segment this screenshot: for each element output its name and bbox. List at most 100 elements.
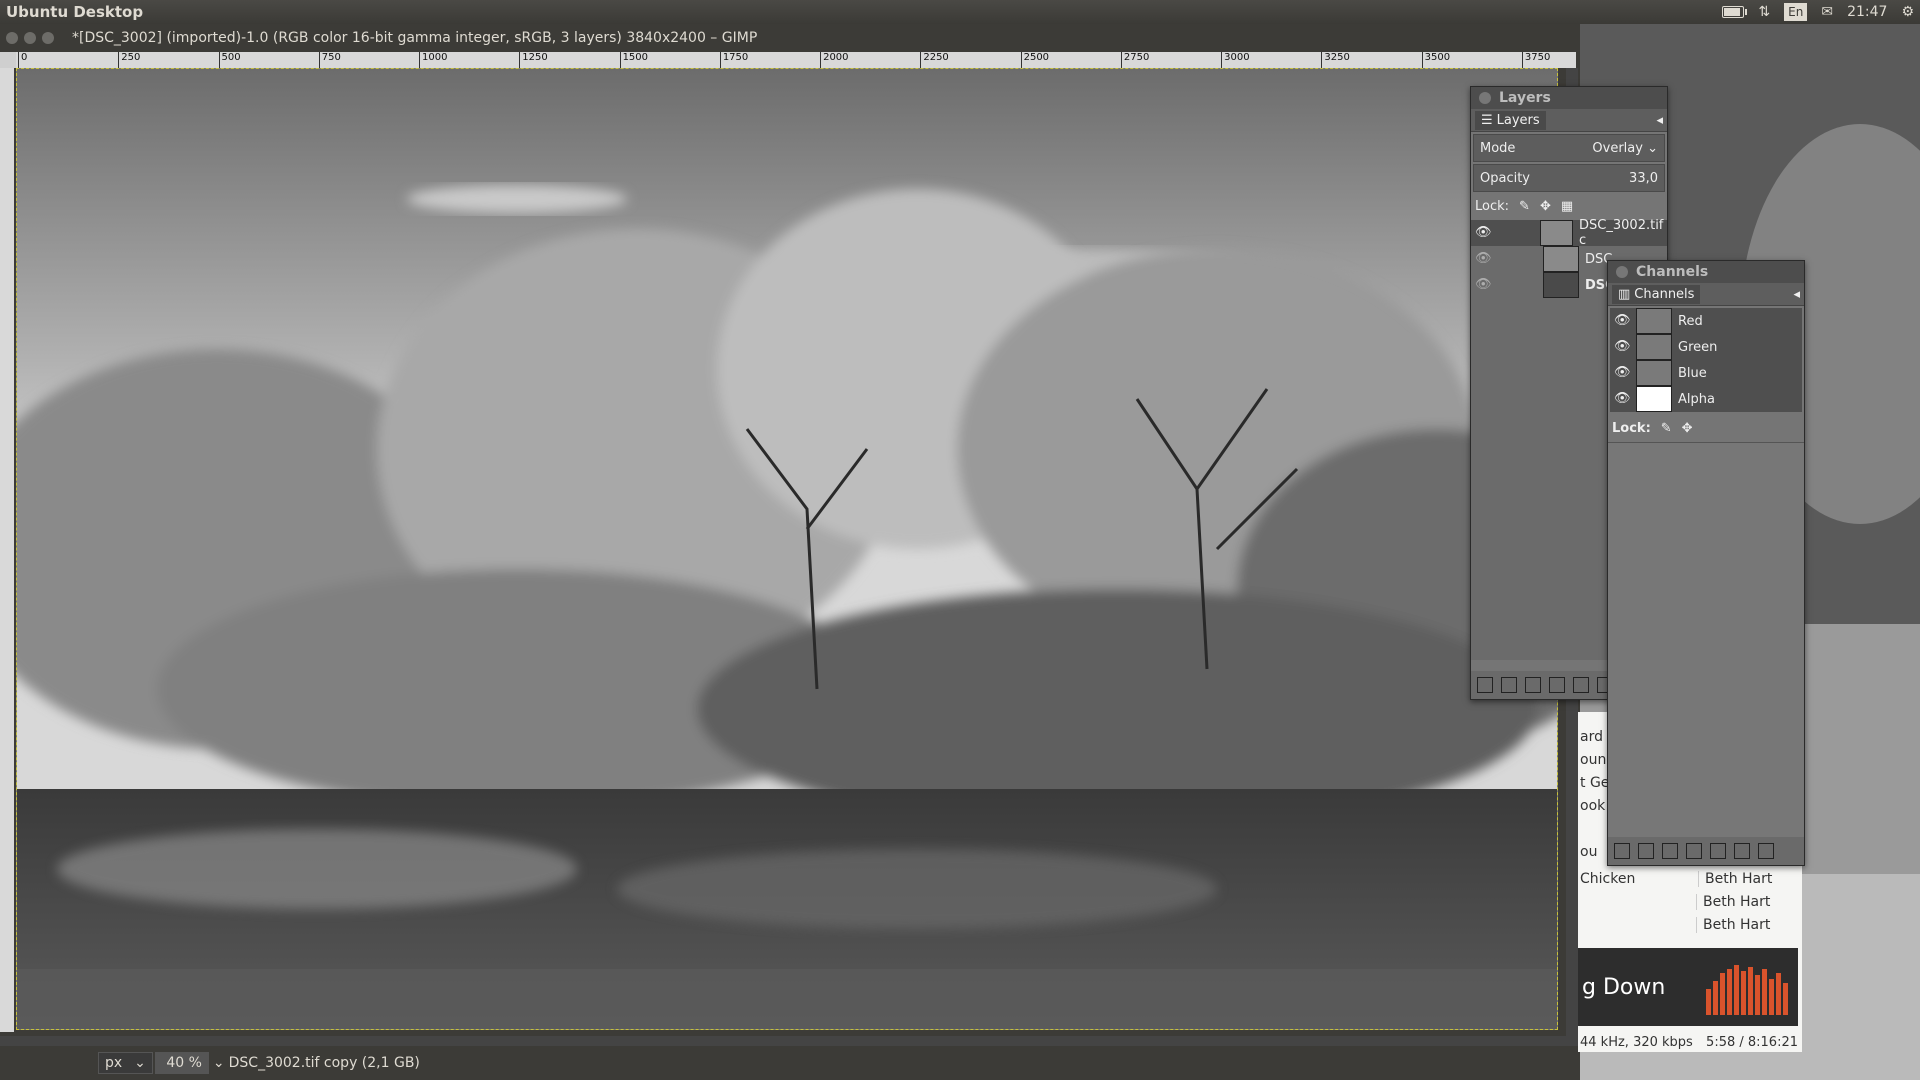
lock-pixels-icon[interactable]: ✎ <box>1519 199 1530 214</box>
track-title: Chicken <box>1580 870 1636 887</box>
channels-button-bar <box>1608 837 1804 865</box>
channel-name[interactable]: Blue <box>1678 366 1707 381</box>
tab-menu-icon[interactable]: ◂ <box>1793 287 1800 302</box>
channel-thumbnail <box>1636 334 1672 360</box>
close-icon[interactable] <box>1479 92 1491 104</box>
duplicate-layer-icon[interactable] <box>1573 677 1589 693</box>
track-row[interactable]: Chicken Beth Hart <box>1578 867 1802 890</box>
top-panel: Ubuntu Desktop ⇅ En ✉ 21:47 ⚙ <box>0 0 1920 25</box>
new-group-icon[interactable] <box>1501 677 1517 693</box>
eye-icon[interactable]: 👁 <box>1614 365 1631 381</box>
ruler-tick-label: 3500 <box>1421 52 1450 68</box>
layers-dock-title[interactable]: Layers <box>1471 87 1667 109</box>
status-bar: px ⌄ 40 % ⌄ DSC_3002.tif copy (2,1 GB) <box>0 1046 1580 1080</box>
horizontal-ruler[interactable]: 0 250 500 750 1000 1250 1500 1750 2000 2250 2500 27… <box>16 52 1576 68</box>
edit-channel-icon[interactable] <box>1614 843 1630 859</box>
chevron-down-icon: ⌄ <box>134 1055 146 1071</box>
mode-label: Mode <box>1480 140 1516 156</box>
eye-icon[interactable]: 👁 <box>1614 313 1631 329</box>
channels-empty-area <box>1608 443 1804 843</box>
ruler-tick-label: 2750 <box>1120 52 1149 68</box>
track-artist: Beth Hart <box>1696 893 1770 910</box>
layer-info: DSC_3002.tif copy (2,1 GB) <box>228 1055 420 1071</box>
ruler-tick-label: 1000 <box>419 52 447 68</box>
lock-position-icon[interactable]: ✥ <box>1540 199 1551 214</box>
eye-icon[interactable]: 👁 <box>1475 225 1492 241</box>
opacity-spinner[interactable]: Opacity 33,0 <box>1473 164 1665 192</box>
ruler-tick-label: 3000 <box>1221 52 1250 68</box>
ruler-tick-label: 1750 <box>719 52 748 68</box>
eye-icon[interactable]: 👁 <box>1475 277 1492 293</box>
layer-row[interactable]: 👁 DSC_3002.tif c <box>1471 218 1667 248</box>
new-layer-icon[interactable] <box>1477 677 1493 693</box>
layers-icon: ☰ <box>1481 112 1493 128</box>
ruler-tick-label: 2250 <box>920 52 949 68</box>
channel-row[interactable]: 👁 Blue <box>1610 360 1802 386</box>
track-artist: Beth Hart <box>1698 870 1772 887</box>
lower-channel-icon[interactable] <box>1686 843 1702 859</box>
channel-to-selection-icon[interactable] <box>1734 843 1750 859</box>
channel-name[interactable]: Red <box>1678 314 1703 329</box>
unit-select[interactable]: px ⌄ <box>98 1052 153 1074</box>
battery-icon[interactable] <box>1722 6 1748 18</box>
channels-dock-title[interactable]: Channels <box>1608 261 1804 283</box>
close-icon[interactable] <box>1616 266 1628 278</box>
channel-row[interactable]: 👁 Green <box>1610 334 1802 360</box>
ruler-tick-label: 0 <box>18 52 27 68</box>
settings-gear-icon[interactable]: ⚙ <box>1901 4 1914 20</box>
track-row[interactable]: Beth Hart <box>1578 913 1802 936</box>
dock-title-text: Layers <box>1499 90 1551 106</box>
lock-label: Lock: <box>1475 198 1510 214</box>
tab-menu-icon[interactable]: ◂ <box>1656 113 1663 128</box>
keyboard-layout[interactable]: En <box>1784 3 1808 21</box>
channel-name[interactable]: Green <box>1678 340 1717 355</box>
ruler-tick-label: 2500 <box>1020 52 1049 68</box>
channel-name[interactable]: Alpha <box>1678 392 1715 407</box>
layer-name[interactable]: DSC_3002.tif c <box>1579 218 1667 248</box>
unit-value: px <box>105 1055 123 1071</box>
eye-icon[interactable]: 👁 <box>1614 339 1631 355</box>
layer-thumbnail <box>1539 220 1574 246</box>
channel-thumbnail <box>1636 360 1672 386</box>
track-row[interactable]: Beth Hart <box>1578 890 1802 913</box>
raise-channel-icon[interactable] <box>1662 843 1678 859</box>
ruler-tick-label: 1250 <box>519 52 548 68</box>
opacity-value[interactable]: 33,0 <box>1629 171 1658 186</box>
delete-channel-icon[interactable] <box>1758 843 1774 859</box>
tab-layers[interactable]: ☰ Layers <box>1475 110 1546 130</box>
channel-thumbnail <box>1636 308 1672 334</box>
image-canvas[interactable] <box>16 68 1558 1030</box>
mail-icon[interactable]: ✉ <box>1821 4 1833 20</box>
track-artist: Beth Hart <box>1696 916 1770 933</box>
raise-layer-icon[interactable] <box>1525 677 1541 693</box>
ruler-tick-label: 750 <box>318 52 341 68</box>
mode-select[interactable]: Mode Overlay ⌄ <box>1473 134 1665 162</box>
zoom-field[interactable]: 40 % <box>154 1052 209 1074</box>
minimize-window-button[interactable] <box>24 32 36 44</box>
ruler-corner[interactable] <box>0 52 16 68</box>
ruler-tick-label: 3750 <box>1521 52 1550 68</box>
eye-icon[interactable]: 👁 <box>1614 391 1631 407</box>
zoom-dropdown-icon[interactable]: ⌄ <box>213 1055 225 1071</box>
channel-row[interactable]: 👁 Red <box>1610 308 1802 334</box>
channels-dock[interactable]: Channels ▥ Channels ◂ 👁 Red 👁 Green 👁 Bl… <box>1607 260 1805 866</box>
lock-position-icon[interactable]: ✥ <box>1682 421 1693 436</box>
dock-title-text: Channels <box>1636 264 1709 280</box>
tab-channels[interactable]: ▥ Channels <box>1612 284 1701 304</box>
lock-pixels-icon[interactable]: ✎ <box>1661 421 1672 436</box>
indicators: ⇅ En ✉ 21:47 ⚙ <box>1722 0 1914 24</box>
horizontal-scrollbar[interactable] <box>0 1036 1578 1046</box>
new-channel-icon[interactable] <box>1638 843 1654 859</box>
network-arrows-icon[interactable]: ⇅ <box>1758 4 1770 20</box>
vertical-ruler[interactable] <box>0 68 14 1032</box>
lower-layer-icon[interactable] <box>1549 677 1565 693</box>
channels-list[interactable]: 👁 Red 👁 Green 👁 Blue 👁 Alpha <box>1610 308 1802 412</box>
duplicate-channel-icon[interactable] <box>1710 843 1726 859</box>
layer-thumbnail <box>1543 246 1579 272</box>
maximize-window-button[interactable] <box>42 32 54 44</box>
clock[interactable]: 21:47 <box>1847 4 1887 20</box>
eye-icon[interactable]: 👁 <box>1475 251 1492 267</box>
close-window-button[interactable] <box>6 32 18 44</box>
channel-row[interactable]: 👁 Alpha <box>1610 386 1802 412</box>
lock-alpha-icon[interactable]: ▦ <box>1561 199 1573 214</box>
